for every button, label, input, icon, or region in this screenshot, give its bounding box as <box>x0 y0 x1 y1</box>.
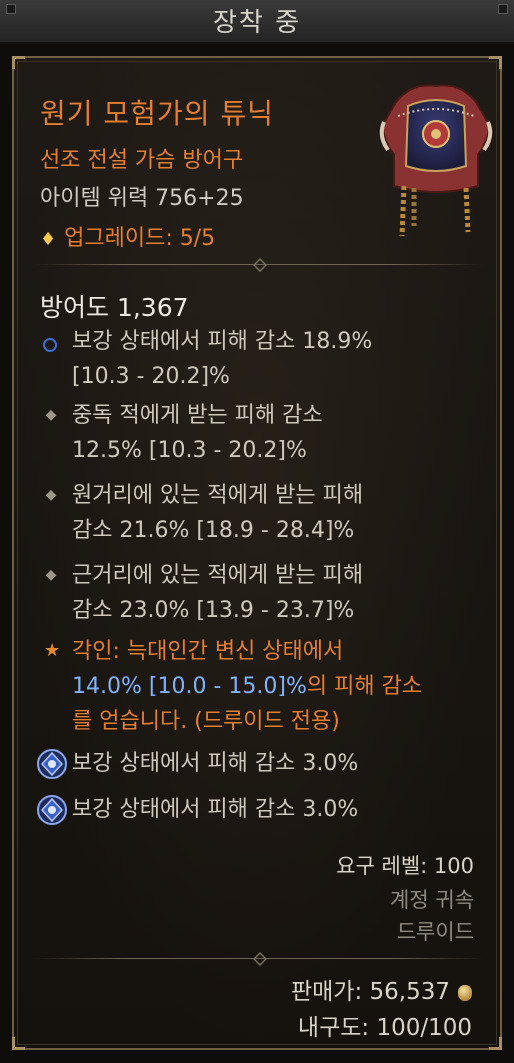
upgrade-text: 업그레이드: 5/5 <box>64 226 216 251</box>
aspect-range: [10.0 - 15.0]% <box>141 674 307 699</box>
affix-text: 보강 상태에서 피해 감소 18.9% <box>72 329 373 354</box>
affix-range: 12.5% [10.3 - 20.2]% <box>72 438 307 463</box>
item-upgrade: ♦ 업그레이드: 5/5 <box>40 220 215 252</box>
aspect-star-icon: ★ <box>44 640 61 661</box>
durability: 내구도: 100/100 <box>297 1015 472 1041</box>
divider-ornament-icon <box>253 258 267 272</box>
panel-corner <box>12 1037 25 1050</box>
socket-effect: 보강 상태에서 피해 감소 3.0% <box>72 751 359 776</box>
affix-range: 감소 21.6% [18.9 - 28.4]% <box>72 518 355 543</box>
account-bound: 계정 귀속 <box>390 888 474 912</box>
item-type: 선조 전설 가슴 방어구 <box>40 148 244 173</box>
socket-effect: 보강 상태에서 피해 감소 3.0% <box>72 797 359 822</box>
affix-line: 보강 상태에서 피해 감소 18.9% [10.3 - 20.2]% <box>72 324 492 394</box>
aspect-value: 14.0% <box>72 674 142 699</box>
sell-price: 판매가: 56,537 <box>291 972 472 1006</box>
aspect-value-line: 14.0% [10.0 - 15.0]%의 피해 감소 <box>72 669 492 704</box>
socket-gem-icon <box>37 749 67 779</box>
aspect-suffix: 의 피해 감소 <box>306 674 423 699</box>
class-requirement: 드루이드 <box>396 920 474 944</box>
aspect-line: 각인: 늑대인간 변신 상태에서 14.0% [10.0 - 15.0]%의 피… <box>72 634 492 739</box>
diamond-bullet-icon: ◆ <box>45 407 57 423</box>
divider-ornament-icon <box>253 952 267 966</box>
diamond-bullet-icon: ◆ <box>45 487 57 503</box>
affix-range: 감소 23.0% [13.9 - 23.7]% <box>72 598 355 623</box>
panel-corner <box>12 56 25 69</box>
aspect-text-end: 를 얻습니다. (드루이드 전용) <box>72 709 340 734</box>
item-power: 아이템 위력 756+25 <box>40 186 244 211</box>
armor-value: 방어도 1,367 <box>40 293 189 322</box>
affix-line: 원거리에 있는 적에게 받는 피해 감소 21.6% [18.9 - 28.4]… <box>72 478 492 548</box>
required-level: 요구 레벨: 100 <box>336 854 474 878</box>
affix-text: 원거리에 있는 적에게 받는 피해 <box>72 483 364 508</box>
item-name: 원기 모험가의 튜닉 <box>40 97 274 130</box>
header-title: 장착 중 <box>212 8 302 38</box>
affix-line: 근거리에 있는 적에게 받는 피해 감소 23.0% [13.9 - 23.7]… <box>72 558 492 628</box>
affix-text: 근거리에 있는 적에게 받는 피해 <box>72 563 364 588</box>
upgrade-diamond-icon: ♦ <box>40 229 57 250</box>
panel-corner <box>489 56 502 69</box>
affix-text: 중독 적에게 받는 피해 감소 <box>72 403 323 428</box>
gold-coin-icon <box>458 984 472 1001</box>
equipped-header: 장착 중 <box>0 0 514 44</box>
affix-range: [10.3 - 20.2]% <box>72 364 230 389</box>
socket-gem-icon <box>37 795 67 825</box>
tempered-circle-icon <box>43 338 57 352</box>
affix-line: 중독 적에게 받는 피해 감소 12.5% [10.3 - 20.2]% <box>72 398 492 468</box>
divider <box>34 258 484 272</box>
item-tooltip-panel: 원기 모험가의 튜닉 선조 전설 가슴 방어구 아이템 위력 756+25 ♦ 업… <box>12 56 502 1050</box>
diamond-bullet-icon: ◆ <box>45 567 57 583</box>
divider <box>34 952 484 966</box>
sell-price-text: 판매가: 56,537 <box>290 979 450 1005</box>
tunic-icon <box>379 84 493 237</box>
panel-corner <box>489 1037 502 1050</box>
aspect-text: 각인: 늑대인간 변신 상태에서 <box>72 639 344 664</box>
